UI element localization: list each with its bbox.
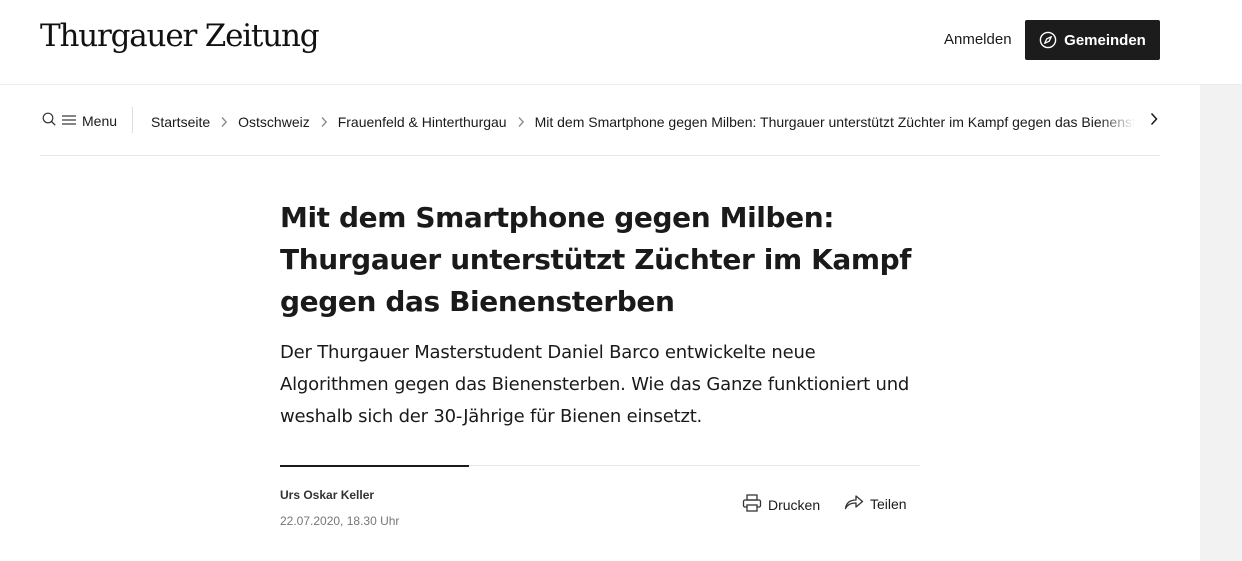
menu-button[interactable]: Menu bbox=[42, 112, 117, 129]
breadcrumb-current: Mit dem Smartphone gegen Milben: Thurgau… bbox=[534, 114, 1139, 130]
breadcrumb: Startseite Ostschweiz Frauenfeld & Hinte… bbox=[151, 112, 1139, 132]
search-icon bbox=[42, 112, 56, 129]
breadcrumb-ostschweiz[interactable]: Ostschweiz bbox=[238, 114, 310, 130]
breadcrumb-frauenfeld[interactable]: Frauenfeld & Hinterthurgau bbox=[338, 114, 507, 130]
article-byline: Urs Oskar Keller 22.07.2020, 18.30 Uhr D… bbox=[280, 465, 920, 556]
chevron-right-icon bbox=[517, 116, 525, 128]
communities-button-label: Gemeinden bbox=[1064, 31, 1146, 49]
right-sidebar-strip bbox=[1200, 85, 1242, 561]
compass-icon bbox=[1039, 31, 1057, 49]
publish-date: 22.07.2020, 18.30 Uhr bbox=[280, 514, 400, 528]
chevron-right-icon bbox=[320, 116, 328, 128]
login-link[interactable]: Anmelden bbox=[944, 31, 1012, 48]
communities-button[interactable]: Gemeinden bbox=[1025, 20, 1160, 60]
print-button[interactable]: Drucken bbox=[742, 494, 820, 515]
site-logo[interactable]: Thurgauer Zeitung bbox=[40, 18, 320, 54]
printer-icon bbox=[742, 494, 762, 515]
chevron-right-icon bbox=[220, 116, 228, 128]
nav-divider bbox=[132, 107, 133, 133]
breadcrumb-fade bbox=[1099, 105, 1144, 137]
share-label: Teilen bbox=[870, 495, 907, 512]
chevron-right-icon[interactable] bbox=[1148, 111, 1160, 132]
article-lead: Der Thurgauer Masterstudent Daniel Barco… bbox=[280, 342, 910, 427]
share-arrow-icon bbox=[844, 494, 864, 513]
share-button[interactable]: Teilen bbox=[844, 494, 907, 513]
site-header: Thurgauer Zeitung Anmelden Gemeinden bbox=[0, 0, 1242, 85]
article-title: Mit dem Smartphone gegen Milben: Thurgau… bbox=[280, 201, 912, 318]
hamburger-icon bbox=[62, 113, 76, 129]
article: Mit dem Smartphone gegen Milben: Thurgau… bbox=[280, 197, 920, 433]
breadcrumb-home[interactable]: Startseite bbox=[151, 114, 210, 130]
author-name[interactable]: Urs Oskar Keller bbox=[280, 488, 374, 502]
print-label: Drucken bbox=[768, 496, 821, 513]
navigation-bar: Menu Startseite Ostschweiz Frauenfeld & … bbox=[40, 85, 1160, 156]
byline-accent-line bbox=[280, 465, 469, 467]
menu-label: Menu bbox=[82, 112, 118, 129]
